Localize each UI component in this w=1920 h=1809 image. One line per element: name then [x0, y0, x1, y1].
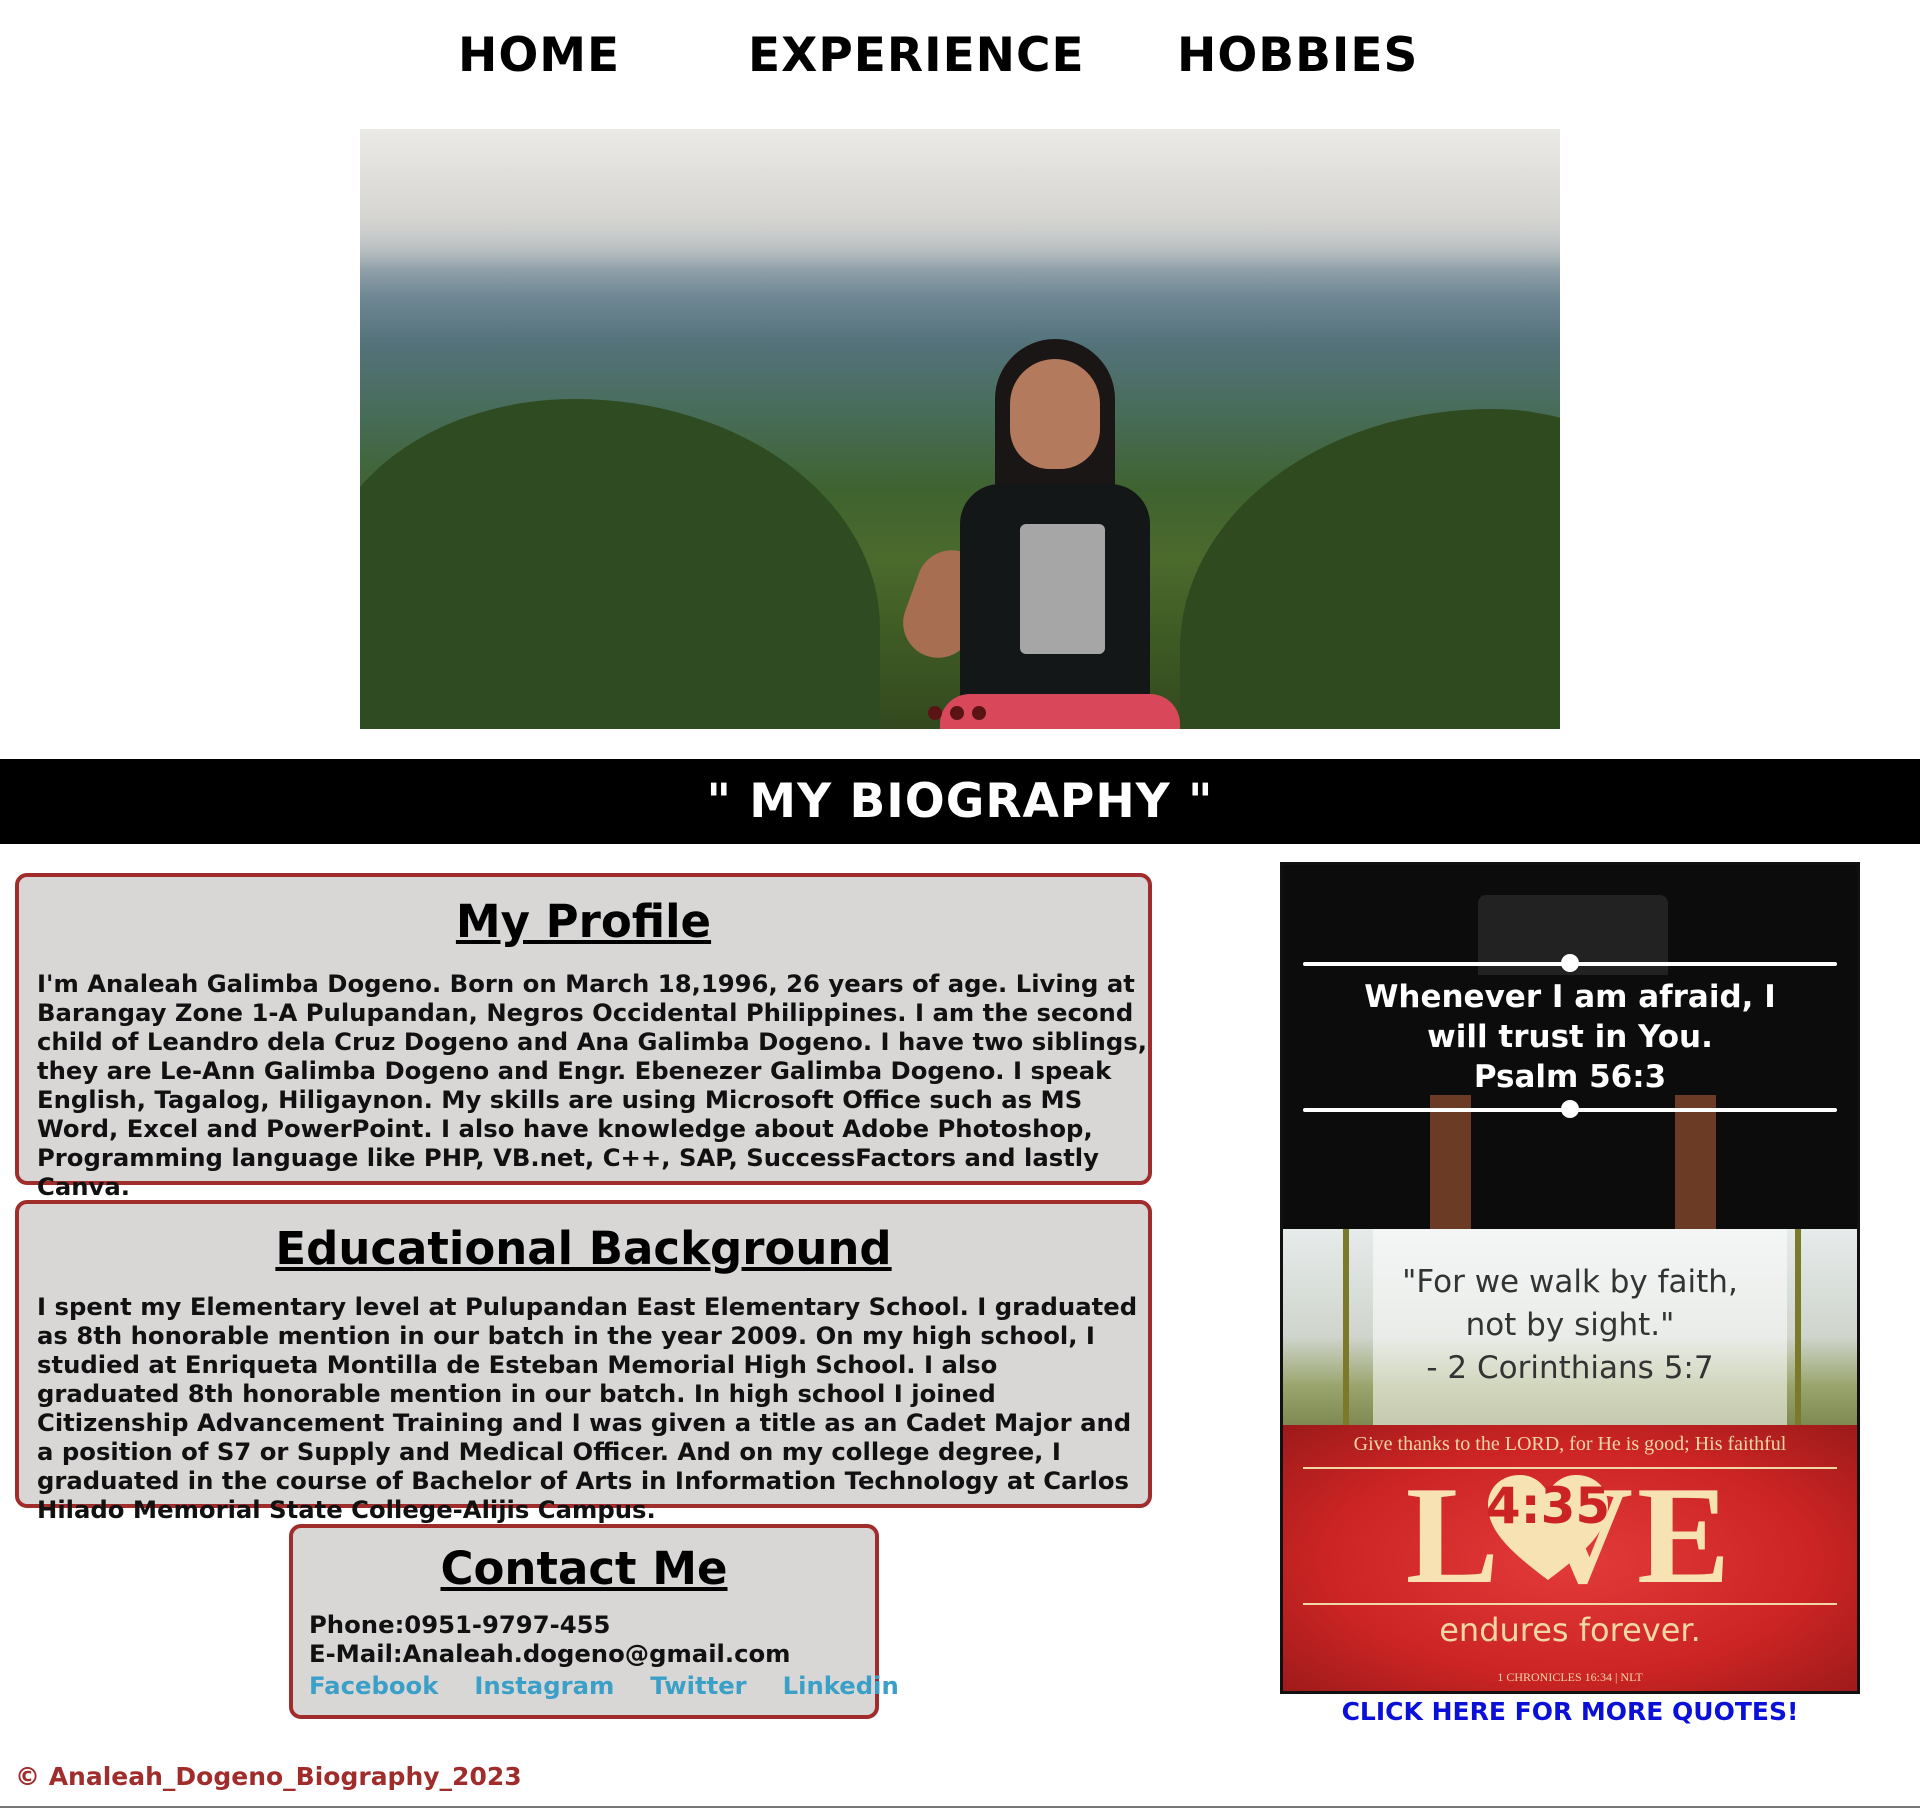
psalm-line-3: Psalm 56:3 — [1473, 1059, 1667, 1095]
love-top-text: Give thanks to the LORD, for He is good;… — [1353, 1433, 1787, 1455]
contact-title: Contact Me — [440, 1542, 728, 1595]
education-title: Educational Background — [275, 1222, 892, 1275]
biography-banner: " MY BIOGRAPHY " — [0, 759, 1920, 844]
quotes-image[interactable]: Whenever I am afraid, I will trust in Yo… — [1280, 862, 1860, 1694]
portrait-face — [1010, 359, 1100, 469]
nav-home[interactable]: HOME — [458, 28, 620, 83]
ornament-dot-bottom — [1561, 1100, 1579, 1118]
psalm-line-2: will trust in You. — [1427, 1019, 1713, 1055]
education-text: I spent my Elementary level at Pulupanda… — [37, 1292, 1138, 1524]
social-links: Facebook Instagram Twitter Linkedin — [309, 1671, 899, 1700]
corinthians-line-3: - 2 Corinthians 5:7 — [1426, 1350, 1714, 1386]
nav-experience[interactable]: EXPERIENCE — [748, 28, 1085, 83]
profile-card: My Profile I'm Analeah Galimba Dogeno. B… — [15, 873, 1152, 1201]
facebook-link[interactable]: Facebook — [309, 1671, 438, 1700]
quote-corinthians-panel: "For we walk by faith, not by sight." - … — [1283, 1229, 1857, 1425]
hero-slideshow — [360, 129, 1560, 729]
more-quotes-link[interactable]: CLICK HERE FOR MORE QUOTES! — [1280, 1697, 1860, 1726]
quote-love-panel: Give thanks to the LORD, for He is good;… — [1283, 1425, 1857, 1691]
education-card: Educational Background I spent my Elemen… — [15, 1200, 1152, 1524]
slide-dot-2[interactable] — [950, 706, 964, 720]
contact-phone: Phone:0951-9797-455 — [309, 1610, 611, 1639]
hero-mountain-left — [360, 399, 880, 729]
nav-hobbies[interactable]: HOBBIES — [1177, 28, 1418, 83]
contact-email: E-Mail:Analeah.dogeno@gmail.com — [309, 1639, 791, 1668]
linkedin-link[interactable]: Linkedin — [783, 1671, 899, 1700]
slideshow-dots — [928, 705, 994, 724]
twitter-link[interactable]: Twitter — [650, 1671, 746, 1700]
quote-psalm-panel: Whenever I am afraid, I will trust in Yo… — [1283, 865, 1857, 1229]
love-verse-number: 4:35 — [1485, 1477, 1611, 1535]
hero-sky — [360, 129, 1560, 269]
love-end-text: endures forever. — [1439, 1611, 1701, 1649]
psalm-quote: Whenever I am afraid, I will trust in Yo… — [1283, 977, 1857, 1097]
corinthians-quote: "For we walk by faith, not by sight." - … — [1283, 1261, 1857, 1390]
psalm-line-1: Whenever I am afraid, I — [1364, 979, 1776, 1015]
profile-title: My Profile — [455, 895, 712, 948]
corinthians-line-1: "For we walk by faith, — [1402, 1264, 1738, 1300]
slide-dot-1[interactable] — [928, 706, 942, 720]
slide-dot-3[interactable] — [972, 706, 986, 720]
portrait-shirt-print — [1020, 524, 1105, 654]
contact-card: Contact Me Phone:0951-9797-455 E-Mail:An… — [289, 1524, 899, 1719]
profile-text: I'm Analeah Galimba Dogeno. Born on Marc… — [37, 969, 1147, 1201]
main-nav: HOME EXPERIENCE HOBBIES — [0, 0, 1920, 120]
corinthians-line-2: not by sight." — [1465, 1307, 1675, 1343]
contact-details: Phone:0951-9797-455 E-Mail:Analeah.dogen… — [309, 1610, 791, 1668]
love-reference: 1 CHRONICLES 16:34 | NLT — [1497, 1670, 1643, 1684]
instagram-link[interactable]: Instagram — [474, 1671, 614, 1700]
bottom-divider — [0, 1806, 1920, 1808]
hero-portrait — [893, 309, 1180, 729]
love-line-bottom — [1303, 1603, 1837, 1605]
ornament-dot-top — [1561, 954, 1579, 972]
hero-mountain-right — [1180, 409, 1560, 729]
footer-copyright: © Analeah_Dogeno_Biography_2023 — [15, 1762, 522, 1791]
